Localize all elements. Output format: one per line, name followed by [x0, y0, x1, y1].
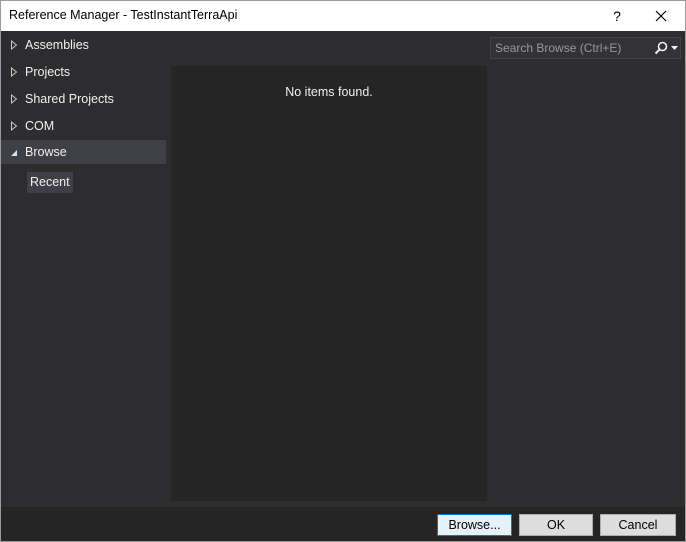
tree-item-label: COM: [25, 119, 55, 133]
search-options-dropdown-icon[interactable]: [671, 46, 678, 50]
search-box[interactable]: [490, 37, 681, 59]
tree-item-projects[interactable]: Projects: [1, 60, 166, 84]
tree-item-com[interactable]: COM: [1, 114, 166, 138]
collapsed-arrow-icon[interactable]: [10, 94, 18, 104]
tree-item-label: Shared Projects: [25, 92, 114, 106]
search-icon[interactable]: [654, 41, 668, 55]
tree-item-label: Browse: [25, 145, 67, 159]
cancel-button[interactable]: Cancel: [600, 514, 676, 536]
dialog-footer: Browse... OK Cancel: [1, 507, 685, 541]
window-title: Reference Manager - TestInstantTerraApi: [9, 8, 238, 22]
search-input[interactable]: [491, 38, 655, 58]
browse-button[interactable]: Browse...: [437, 514, 512, 536]
tree-item-shared-projects[interactable]: Shared Projects: [1, 87, 166, 111]
tree-item-assemblies[interactable]: Assemblies: [1, 33, 166, 57]
collapsed-arrow-icon[interactable]: [10, 121, 18, 131]
help-button[interactable]: ?: [597, 1, 637, 31]
tree-item-recent[interactable]: Recent: [27, 172, 73, 193]
collapsed-arrow-icon[interactable]: [10, 40, 18, 50]
reference-manager-dialog: Reference Manager - TestInstantTerraApi …: [0, 0, 686, 542]
expanded-arrow-icon[interactable]: [10, 147, 18, 157]
close-button[interactable]: [641, 1, 681, 31]
details-panel: [491, 66, 681, 501]
tree-item-label: Projects: [25, 65, 71, 79]
collapsed-arrow-icon[interactable]: [10, 67, 18, 77]
title-bar: Reference Manager - TestInstantTerraApi …: [1, 1, 685, 31]
close-icon: [655, 10, 667, 22]
tree-item-browse[interactable]: Browse: [1, 140, 166, 164]
reference-list[interactable]: No items found.: [171, 66, 487, 501]
tree-item-label: Assemblies: [25, 38, 89, 52]
reference-category-tree: Assemblies Projects Shared Projects COM …: [1, 31, 167, 507]
ok-button[interactable]: OK: [519, 514, 593, 536]
empty-list-message: No items found.: [285, 85, 373, 99]
